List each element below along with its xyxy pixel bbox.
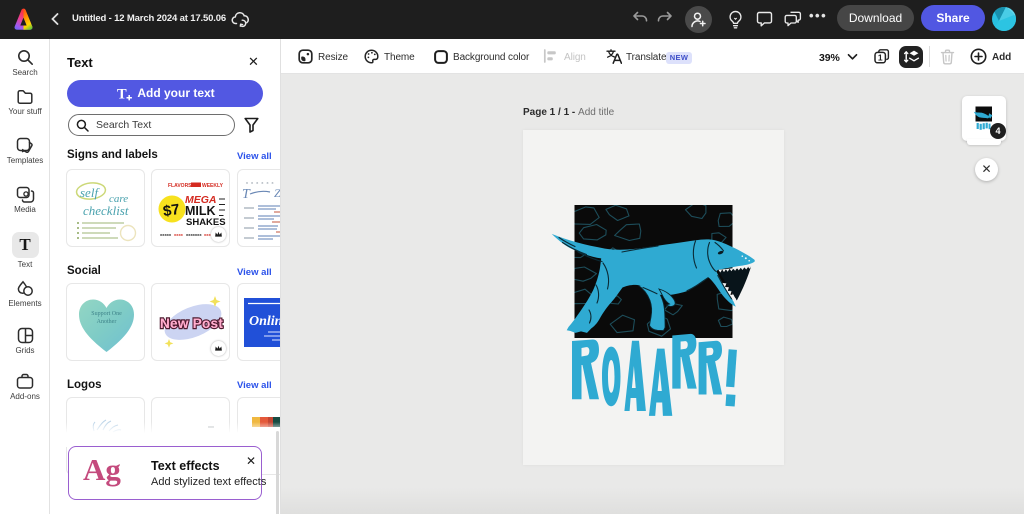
svg-text:xxxxx: xxxxx: [160, 232, 172, 237]
svg-text:New Post: New Post: [160, 316, 223, 331]
svg-text:WEEKLY: WEEKLY: [202, 183, 224, 189]
svg-text:Z: Z: [274, 186, 281, 200]
svg-text:Another: Another: [97, 319, 117, 325]
svg-text:T: T: [242, 187, 251, 202]
svg-text:$7: $7: [162, 201, 181, 220]
svg-text:xxxx: xxxx: [174, 232, 184, 237]
svg-text:MILK: MILK: [185, 204, 216, 218]
svg-text:1: 1: [878, 53, 883, 63]
svg-text:xxxxxxx: xxxxxxx: [186, 232, 202, 237]
svg-text:checklist: checklist: [83, 203, 129, 218]
svg-text:Online: Online: [249, 314, 281, 329]
svg-text:Support One: Support One: [91, 311, 122, 317]
svg-text:T: T: [117, 87, 127, 102]
svg-text:FLAVORS: FLAVORS: [168, 183, 192, 189]
svg-text:x x x x x x: x x x x x x: [246, 180, 275, 185]
svg-text:self: self: [80, 185, 100, 200]
